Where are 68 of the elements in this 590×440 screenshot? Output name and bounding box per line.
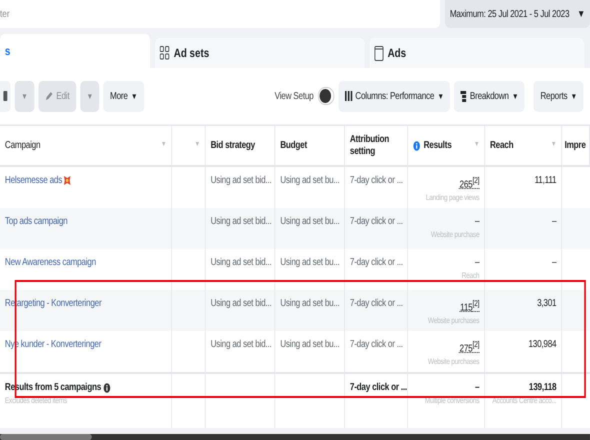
reach-value: –	[552, 257, 556, 268]
totals-note: Excludes deleted items	[4, 396, 67, 405]
table-cell: Using ad set bid...	[210, 216, 272, 227]
result-type: Multiple conversions	[424, 396, 480, 405]
filter-field[interactable]: ter	[0, 0, 440, 28]
table-cell: Using ad set bid...	[210, 175, 272, 186]
result-type: Reach	[462, 271, 480, 280]
table-cell: 7-day click or ...	[350, 339, 403, 350]
column-header[interactable]: Bid strategy	[210, 140, 255, 152]
column-header[interactable]: Reach	[490, 140, 514, 152]
table-cell: Using ad set bu...	[280, 257, 340, 268]
table-cell: Using ad set bu...	[280, 298, 340, 309]
result-value: 265$^{[2]}$	[460, 175, 480, 190]
reports-button[interactable]: Reports ▼	[534, 80, 584, 112]
column-header[interactable]: Budget	[280, 140, 307, 152]
view-setup-label: View Setup	[274, 90, 314, 102]
table-cell: Using ad set bid...	[210, 339, 272, 350]
totals-attribution: 7-day click or ...	[350, 382, 407, 393]
breakdown-button[interactable]: Breakdown ▼	[454, 80, 525, 112]
tab[interactable]: Ads	[370, 38, 584, 68]
columns-icon	[344, 91, 352, 101]
column-header[interactable]: Results	[412, 140, 452, 152]
columns-button[interactable]: Columns: Performance ▼	[338, 80, 450, 112]
result-type: Website purchase	[430, 230, 480, 239]
campaign-link[interactable]: Top ads campaign	[4, 216, 68, 227]
page-icon	[374, 46, 384, 60]
reach-type: Accounts Centre acco...	[492, 396, 556, 405]
copy-icon	[3, 90, 8, 102]
info-icon	[412, 140, 420, 150]
column-header[interactable]: Impre	[564, 140, 586, 152]
date-range-button[interactable]: Maximum: 25 Jul 2021 - 5 Jul 2023 ▼	[444, 0, 590, 28]
campaign-link[interactable]: New Awareness campaign	[4, 257, 96, 268]
column-header[interactable]: Campaign	[4, 140, 40, 152]
table-cell: 7-day click or ...	[350, 257, 403, 268]
result-type: Website purchases	[428, 357, 480, 366]
table-cell: Using ad set bid...	[210, 257, 272, 268]
scrollbar-thumb[interactable]	[0, 434, 92, 440]
tab[interactable]: Ad sets	[154, 38, 365, 68]
result-value: –	[475, 216, 480, 227]
reach-value: 3,301	[537, 298, 556, 309]
column-header[interactable]: Attribution setting	[350, 134, 402, 158]
campaign-link[interactable]: Helsemesse ads	[4, 175, 72, 186]
totals-reach: 139,118	[528, 382, 556, 393]
reach-value: 11,111	[534, 175, 556, 186]
result-type: Landing page views	[426, 193, 480, 202]
result-value: 115$^{[2]}$	[460, 298, 480, 314]
view-setup-toggle[interactable]	[318, 87, 334, 105]
reach-value: –	[552, 216, 556, 227]
flag-emoji-icon	[62, 175, 72, 186]
duplicate-button[interactable]	[0, 80, 11, 112]
reach-value: 130,984	[528, 339, 556, 350]
pencil-icon	[44, 91, 53, 101]
table-cell: 7-day click or ...	[350, 298, 403, 309]
more-button[interactable]: More ▼	[104, 80, 144, 112]
result-value: 275$^{[2]}$	[460, 339, 480, 354]
table-cell: Using ad set bid...	[210, 298, 272, 309]
table-cell: 7-day click or ...	[350, 175, 403, 186]
table-cell: Using ad set bu...	[280, 175, 340, 186]
grid-icon	[160, 46, 170, 60]
result-value: –	[475, 257, 480, 268]
info-icon	[104, 382, 111, 392]
table-cell: Using ad set bu...	[280, 339, 340, 350]
table-cell: Using ad set bu...	[280, 216, 340, 227]
breakdown-icon	[460, 90, 467, 102]
result-type: Website purchases	[428, 316, 480, 326]
tab[interactable]: s	[0, 34, 150, 68]
totals-result: –	[475, 382, 480, 393]
table-cell: 7-day click or ...	[350, 216, 403, 227]
